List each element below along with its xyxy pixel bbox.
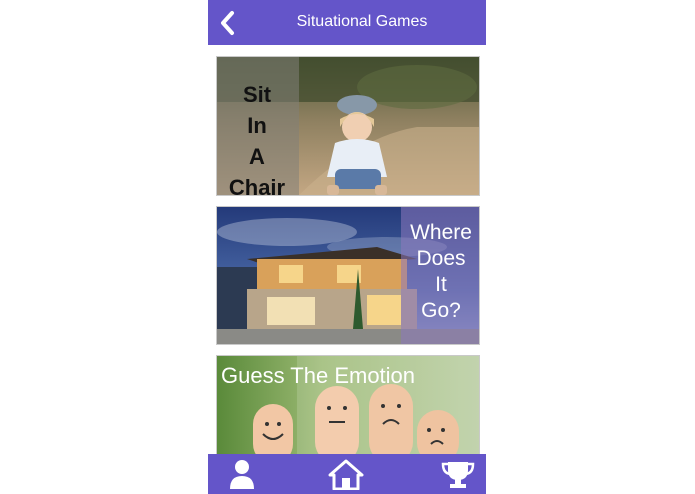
nav-profile-button[interactable] xyxy=(222,458,262,490)
home-icon xyxy=(328,459,364,491)
app-header: Situational Games xyxy=(208,0,486,45)
app-screen: Situational Games Sit In A Chair Where D… xyxy=(208,0,486,494)
game-card-guess-the-emotion[interactable]: Guess The Emotion xyxy=(216,355,480,455)
trophy-icon xyxy=(441,462,475,488)
nav-home-button[interactable] xyxy=(326,458,366,491)
card-label: Guess The Emotion xyxy=(221,363,416,388)
card-label: Sit In A Chair xyxy=(228,82,286,196)
game-card-sit-in-a-chair[interactable]: Sit In A Chair xyxy=(216,56,480,196)
page-title: Situational Games xyxy=(296,13,428,30)
card-label: Where Does It Go? xyxy=(410,221,472,322)
profile-icon xyxy=(230,460,254,489)
nav-trophy-button[interactable] xyxy=(438,458,478,490)
back-button[interactable] xyxy=(217,10,241,36)
bottom-nav xyxy=(208,454,486,494)
game-card-where-does-it-go[interactable]: Where Does It Go? xyxy=(216,206,480,345)
chevron-left-icon xyxy=(221,11,234,35)
